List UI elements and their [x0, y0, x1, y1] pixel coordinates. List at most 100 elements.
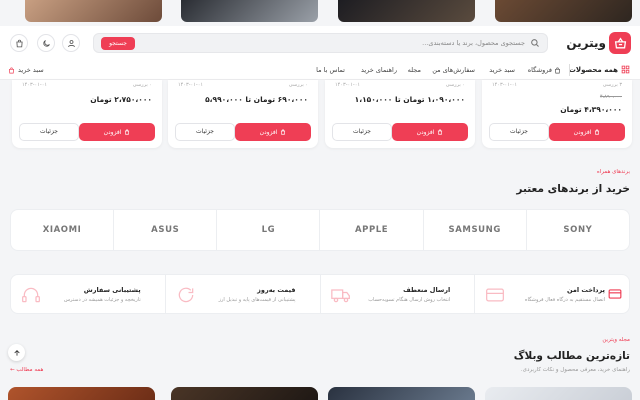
add-to-cart-button[interactable]: افزودن: [392, 123, 468, 141]
nav-item-orders[interactable]: سفارش‌های من: [432, 66, 475, 74]
feature-desc: انتخاب روش ارسال هنگام تسویه‌حساب: [368, 297, 451, 303]
product-date: ۱۴۰۳-۰۱-۰۱: [335, 82, 361, 88]
bag-icon: [9, 67, 14, 73]
product-card[interactable]: ۰ بررسی ۱۴۰۳-۰۱-۰۱ ۱،۰۹۰،۰۰۰ تومان تا ۱،…: [325, 80, 475, 148]
product-card[interactable]: ۰ بررسی ۱۴۰۳-۰۱-۰۱ ۲،۷۵۰،۰۰۰ تومان افزود…: [12, 80, 162, 148]
details-button[interactable]: جزئیات: [332, 123, 392, 141]
brand-samsung[interactable]: SAMSUNG: [422, 210, 526, 250]
nav-item-magazine[interactable]: مجله: [408, 66, 421, 74]
theme-toggle-button[interactable]: [37, 34, 55, 52]
details-button[interactable]: جزئیات: [175, 123, 235, 141]
grid-icon: [621, 65, 630, 74]
logo-icon[interactable]: [609, 32, 631, 54]
add-to-cart-button[interactable]: افزودن: [79, 123, 155, 141]
nav-item-guide[interactable]: راهنمای خرید: [361, 66, 397, 74]
brands-kicker: برندهای همراه: [596, 169, 630, 175]
add-label: افزودن: [573, 128, 592, 136]
bag-icon: [15, 39, 23, 47]
blog-kicker: مجله ویترین: [602, 337, 630, 343]
brand-asus[interactable]: ASUS: [113, 210, 216, 250]
refresh-icon: [178, 287, 194, 303]
feature-title: ارسال منعطف: [403, 286, 451, 294]
truck-icon: [330, 289, 350, 303]
site-header: ویترین جستجوی محصول، برند یا دسته‌بندی..…: [0, 26, 640, 60]
arrow-left-icon: ←: [10, 367, 15, 373]
product-price: ۶۹۰،۰۰۰ تومان تا ۵،۹۹۰،۰۰۰: [205, 95, 308, 104]
review-count: ۰ بررسی: [132, 82, 152, 88]
review-count: ۰ بررسی: [445, 82, 465, 88]
feature-desc: اتصال مستقیم به درگاه فعال فروشگاه: [524, 297, 605, 303]
product-card[interactable]: ۳ بررسی ۱۴۰۳-۰۱-۰۱ ۴،۸۹۰،۰۰۰ ۴،۳۹۰،۰۰۰ ت…: [482, 80, 632, 148]
product-image[interactable]: [338, 0, 475, 22]
user-button[interactable]: [62, 34, 80, 52]
credit-card-icon: [486, 288, 505, 302]
blog-card-image[interactable]: [8, 387, 155, 400]
credit-card-icon: [608, 289, 622, 299]
add-label: افزودن: [259, 128, 278, 136]
cart-button[interactable]: [10, 34, 28, 52]
blog-card-image[interactable]: [328, 387, 475, 400]
all-products-label: همه محصولات: [568, 65, 618, 74]
product-image[interactable]: [495, 0, 632, 22]
old-price: ۴،۸۹۰،۰۰۰: [599, 94, 622, 100]
product-card[interactable]: ۰ بررسی ۱۴۰۳-۰۱-۰۱ ۶۹۰،۰۰۰ تومان تا ۵،۹۹…: [168, 80, 318, 148]
logo-text[interactable]: ویترین: [566, 36, 606, 50]
product-date: ۱۴۰۳-۰۱-۰۱: [178, 82, 204, 88]
nav-cart-link[interactable]: سبد خرید: [8, 66, 44, 74]
brand-lg[interactable]: LG: [216, 210, 319, 250]
features-row: پرداخت امن اتصال مستقیم به درگاه فعال فر…: [10, 274, 630, 314]
product-date: ۱۴۰۳-۰۱-۰۱: [492, 82, 518, 88]
feature-title: قیمت به‌روز: [257, 286, 296, 294]
blog-all-link[interactable]: همه مطالب ←: [10, 367, 43, 373]
add-to-cart-button[interactable]: افزودن: [235, 123, 311, 141]
product-price: ۲،۷۵۰،۰۰۰ تومان: [90, 95, 152, 104]
add-to-cart-button[interactable]: افزودن: [549, 123, 625, 141]
search-input[interactable]: جستجوی محصول، برند یا دسته‌بندی...: [422, 39, 525, 47]
nav-cart-label: سبد خرید: [18, 66, 44, 74]
blog-card-image[interactable]: [171, 387, 318, 400]
product-date: ۱۴۰۳-۰۱-۰۱: [22, 82, 48, 88]
add-label: افزودن: [416, 128, 435, 136]
main-nav: همه محصولات فروشگاه سبد خرید سفارش‌های م…: [0, 60, 640, 80]
brand-sony[interactable]: SONY: [525, 210, 629, 250]
add-label: افزودن: [103, 128, 122, 136]
brand-xiaomi[interactable]: XIAOMI: [11, 210, 113, 250]
search-button[interactable]: جستجو: [101, 37, 135, 50]
blog-all-label: همه مطالب: [16, 367, 44, 373]
bag-icon: [438, 129, 443, 135]
bag-icon: [281, 129, 286, 135]
bag-icon: [125, 129, 130, 135]
feature-secure-payment: پرداخت امن اتصال مستقیم به درگاه فعال فر…: [474, 275, 629, 313]
bag-icon: [595, 129, 600, 135]
nav-item-shop[interactable]: فروشگاه: [528, 66, 561, 74]
feature-order-support: پشتیبانی سفارش تاریخچه و جزئیات همیشه در…: [11, 275, 165, 313]
brand-apple[interactable]: APPLE: [319, 210, 422, 250]
brands-row: SONY SAMSUNG APPLE LG ASUS XIAOMI: [10, 209, 630, 251]
blog-subtitle: راهنمای خرید، معرفی محصول و نکات کاربردی…: [520, 367, 630, 373]
arrow-up-icon: [13, 349, 20, 356]
feature-title: پرداخت امن: [567, 286, 605, 294]
search-icon: [530, 38, 540, 50]
review-count: ۳ بررسی: [602, 82, 622, 88]
product-image[interactable]: [25, 0, 162, 22]
details-button[interactable]: جزئیات: [19, 123, 79, 141]
scroll-to-top-button[interactable]: [8, 344, 25, 361]
nav-item-cart[interactable]: سبد خرید: [489, 66, 515, 74]
blog-card-image[interactable]: [485, 387, 632, 400]
product-image[interactable]: [181, 0, 318, 22]
feature-desc: پشتیبانی از قیمت‌های پایه و تبدیل ارز: [218, 297, 296, 303]
nav-label: فروشگاه: [527, 66, 552, 74]
details-button[interactable]: جزئیات: [489, 123, 549, 141]
bag-icon: [555, 67, 560, 73]
feature-title: پشتیبانی سفارش: [83, 286, 141, 294]
feature-updated-price: قیمت به‌روز پشتیبانی از قیمت‌های پایه و …: [164, 275, 320, 313]
search-bar[interactable]: جستجوی محصول، برند یا دسته‌بندی... جستجو: [93, 33, 548, 53]
feature-desc: تاریخچه و جزئیات همیشه در دسترس: [63, 297, 141, 303]
feature-flexible-shipping: ارسال منعطف انتخاب روش ارسال هنگام تسویه…: [319, 275, 475, 313]
product-price: ۴،۳۹۰،۰۰۰ تومان: [560, 105, 622, 114]
user-icon: [67, 39, 75, 47]
all-products-menu[interactable]: همه محصولات: [569, 65, 630, 74]
nav-item-contact[interactable]: تماس با ما: [316, 66, 345, 74]
brands-title: خرید از برندهای معتبر: [516, 183, 630, 195]
blog-title: تازه‌ترین مطالب وبلاگ: [513, 350, 630, 362]
